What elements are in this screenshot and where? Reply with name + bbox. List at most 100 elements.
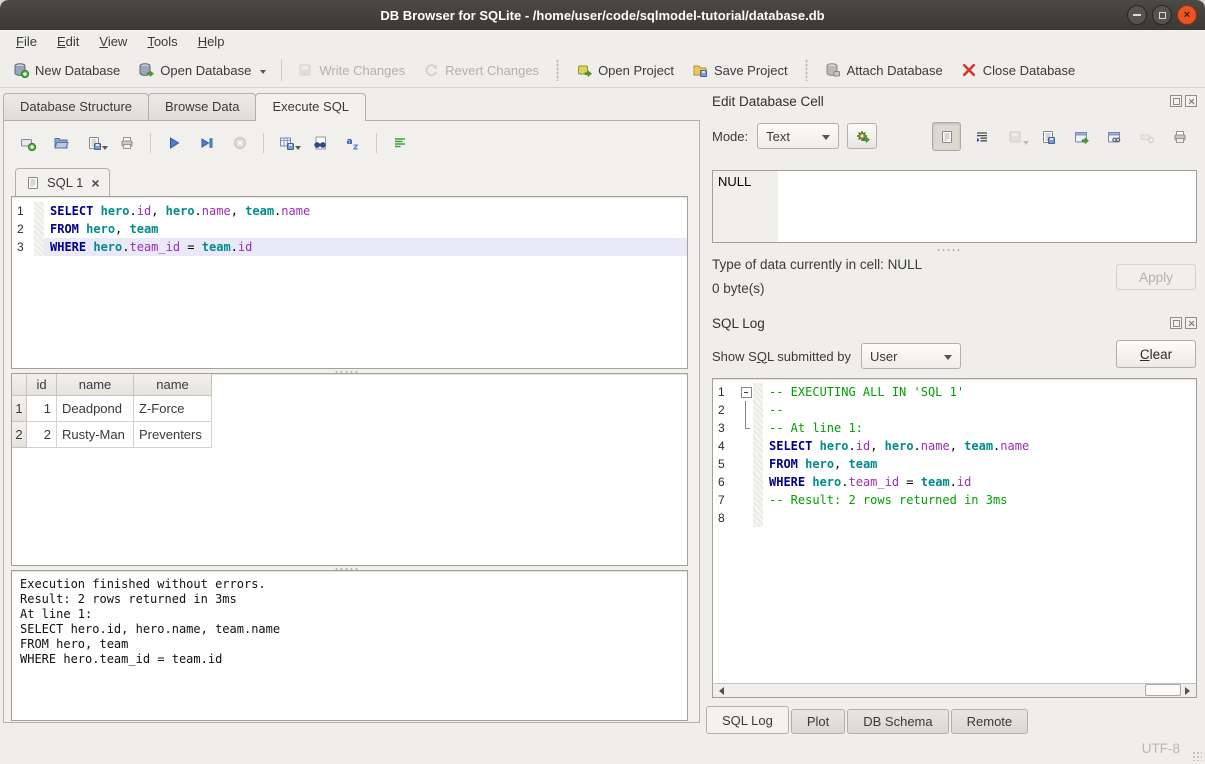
execute-current-line-button[interactable] xyxy=(195,131,219,155)
menu-edit[interactable]: Edit xyxy=(47,32,89,51)
sql-editor-tab[interactable]: SQL 1× xyxy=(15,168,110,196)
revert-changes-button[interactable]: Revert Changes xyxy=(414,58,548,82)
dock-tab-sql-log[interactable]: SQL Log xyxy=(706,706,789,734)
export-data-button[interactable] xyxy=(1035,124,1060,149)
print-sql-button[interactable] xyxy=(115,131,139,155)
column-header-id[interactable]: id xyxy=(27,374,57,396)
tab-browse-data[interactable]: Browse Data xyxy=(148,93,256,120)
table-cell[interactable]: Deadpond xyxy=(57,396,134,422)
menu-file[interactable]: File xyxy=(6,32,47,51)
scrollbar-track[interactable] xyxy=(728,684,1181,697)
stop-button[interactable] xyxy=(228,131,252,155)
titlebar[interactable]: DB Browser for SQLite - /home/user/code/… xyxy=(0,0,1205,30)
column-header-name[interactable]: name xyxy=(57,374,134,396)
encoding-indicator[interactable]: UTF-8 xyxy=(1142,741,1180,756)
new-sql-tab-icon xyxy=(20,135,36,151)
apply-button[interactable]: Apply xyxy=(1116,264,1196,290)
table-cell[interactable]: Z-Force xyxy=(134,396,212,422)
cell-editor[interactable]: NULL xyxy=(712,170,1197,243)
resize-grip[interactable] xyxy=(1192,751,1202,761)
line-number: 8 xyxy=(713,509,739,527)
open-external-button[interactable] xyxy=(1068,124,1093,149)
word-wrap-button[interactable] xyxy=(969,124,994,149)
format-sql-button[interactable] xyxy=(388,131,412,155)
table-cell[interactable]: 2 xyxy=(27,422,57,448)
sql-log-line[interactable]: 1-- EXECUTING ALL IN 'SQL 1' xyxy=(713,383,1196,401)
auto-complete-button[interactable]: az xyxy=(341,131,365,155)
open-project-button[interactable]: Open Project xyxy=(567,58,683,82)
submitter-select[interactable]: User xyxy=(861,343,961,369)
maximize-button[interactable] xyxy=(1152,5,1172,25)
dock-tab-plot[interactable]: Plot xyxy=(791,709,845,734)
column-header-name[interactable]: name xyxy=(134,374,212,396)
print-cell-button[interactable] xyxy=(1167,124,1192,149)
dock-tab-remote[interactable]: Remote xyxy=(951,709,1029,734)
open-sql-file-button[interactable] xyxy=(49,131,73,155)
sql-editor-line[interactable]: 1SELECT hero.id, hero.name, team.name xyxy=(12,202,687,220)
cell-text-area[interactable] xyxy=(778,171,1196,242)
sql-log-line[interactable]: 2-- xyxy=(713,401,1196,419)
sql-editor[interactable]: 1SELECT hero.id, hero.name, team.name2FR… xyxy=(11,196,688,369)
menu-view[interactable]: View xyxy=(89,32,137,51)
save-sql-file-button[interactable] xyxy=(82,131,106,155)
horizontal-scrollbar[interactable] xyxy=(712,683,1197,698)
float-panel-icon[interactable] xyxy=(1170,95,1182,107)
row-header[interactable]: 2 xyxy=(12,422,27,448)
fold-marker-icon[interactable] xyxy=(739,419,753,437)
save-results-button[interactable] xyxy=(275,131,299,155)
table-cell[interactable]: 1 xyxy=(27,396,57,422)
scroll-left-button[interactable] xyxy=(713,684,728,697)
sql-editor-line[interactable]: 2FROM hero, team xyxy=(12,220,687,238)
dropdown-arrow-icon[interactable] xyxy=(102,146,108,153)
dropdown-arrow-icon[interactable] xyxy=(1023,141,1029,148)
open-database-button[interactable]: Open Database xyxy=(129,58,275,82)
attach-database-button[interactable]: Attach Database xyxy=(816,58,952,82)
dropdown-arrow-icon[interactable] xyxy=(260,70,266,77)
find-button[interactable] xyxy=(308,131,332,155)
close-panel-icon[interactable] xyxy=(1185,95,1197,107)
write-changes-button[interactable]: Write Changes xyxy=(288,58,414,82)
fold-marker-icon[interactable] xyxy=(739,383,753,401)
menu-tools[interactable]: Tools xyxy=(137,32,187,51)
text-view-button[interactable] xyxy=(932,122,961,151)
row-header[interactable]: 1 xyxy=(12,396,27,422)
tab-execute-sql[interactable]: Execute SQL xyxy=(255,93,366,121)
sql-editor-line[interactable]: 3WHERE hero.team_id = team.id xyxy=(12,238,687,256)
splitter-handle[interactable] xyxy=(936,248,962,252)
clear-log-button[interactable]: Clear xyxy=(1116,340,1196,368)
status-bar: UTF-8 xyxy=(0,734,1205,764)
close-button[interactable]: × xyxy=(1177,5,1197,25)
close-tab-icon[interactable]: × xyxy=(91,175,99,191)
sql-log-line[interactable]: 3-- At line 1: xyxy=(713,419,1196,437)
import-data-button[interactable] xyxy=(1002,124,1027,149)
scrollbar-thumb[interactable] xyxy=(1145,684,1181,696)
save-project-button[interactable]: Save Project xyxy=(683,58,797,82)
sql-log-line[interactable]: 4SELECT hero.id, hero.name, team.name xyxy=(713,437,1196,455)
set-null-button[interactable] xyxy=(1134,124,1159,149)
close-panel-icon[interactable] xyxy=(1185,317,1197,329)
import-settings-button[interactable] xyxy=(847,123,877,149)
dock-tab-db-schema[interactable]: DB Schema xyxy=(847,709,948,734)
dropdown-arrow-icon[interactable] xyxy=(295,146,301,153)
fold-marker-icon[interactable] xyxy=(739,401,753,419)
copy-link-button[interactable] xyxy=(1101,124,1126,149)
new-sql-tab-button[interactable] xyxy=(16,131,40,155)
close-database-button[interactable]: Close Database xyxy=(952,58,1085,82)
print-sql-icon xyxy=(119,135,135,151)
scroll-right-button[interactable] xyxy=(1181,684,1196,697)
mode-select[interactable]: Text xyxy=(757,123,839,149)
sql-log-line[interactable]: 5FROM hero, team xyxy=(713,455,1196,473)
menu-help[interactable]: Help xyxy=(188,32,235,51)
new-database-button[interactable]: New Database xyxy=(4,58,129,82)
sql-log-line[interactable]: 7-- Result: 2 rows returned in 3ms xyxy=(713,491,1196,509)
sql-log-view[interactable]: 1-- EXECUTING ALL IN 'SQL 1'2--3-- At li… xyxy=(712,378,1197,698)
grid-corner[interactable] xyxy=(12,374,27,396)
tab-database-structure[interactable]: Database Structure xyxy=(3,93,149,120)
execute-all-button[interactable] xyxy=(162,131,186,155)
sql-log-line[interactable]: 6WHERE hero.team_id = team.id xyxy=(713,473,1196,491)
table-cell[interactable]: Rusty-Man xyxy=(57,422,134,448)
table-cell[interactable]: Preventers xyxy=(134,422,212,448)
float-panel-icon[interactable] xyxy=(1170,317,1182,329)
minimize-button[interactable] xyxy=(1127,5,1147,25)
sql-log-line[interactable]: 8 xyxy=(713,509,1196,527)
